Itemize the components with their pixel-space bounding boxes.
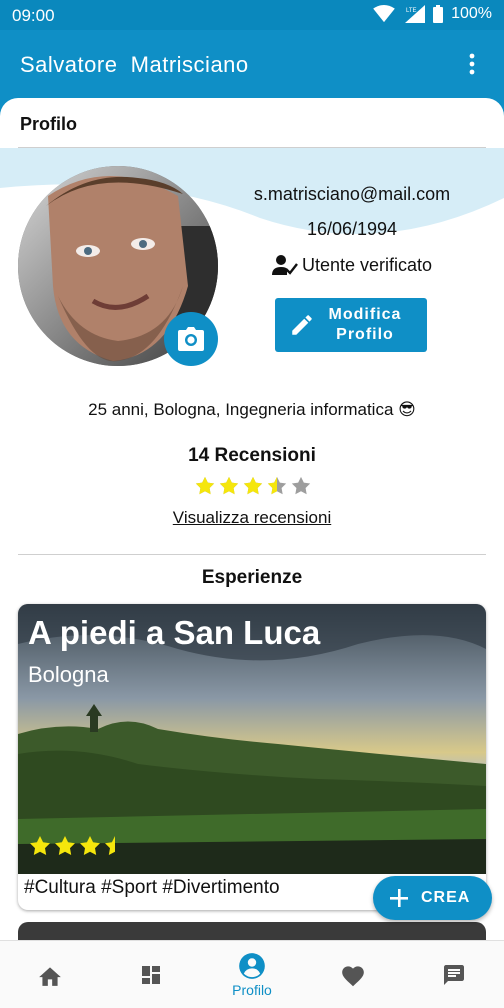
star-icon [243,476,263,495]
account-circle-icon [239,953,265,979]
chat-icon [444,965,464,985]
experience-card-partial[interactable] [18,922,486,940]
bottom-navigation: Profilo [0,940,504,1008]
experience-tags: #Cultura #Sport #Divertimento [24,877,280,898]
birth-date-text: 16/06/1994 [306,219,398,239]
edit-profile-button[interactable]: Modifica Profilo [275,298,427,352]
view-reviews-link[interactable]: Visualizza recensioni [0,508,504,528]
view-reviews-label: Visualizza recensioni [172,508,332,527]
nav-label-profile: Profilo [232,982,272,998]
experiences-title: Esperienze [201,567,303,588]
svg-text:LTE: LTE [406,8,417,14]
home-icon [39,967,61,986]
email-text: s.matrisciano@mail.com [253,184,451,204]
reviews-count: 14 Recensioni [188,445,316,466]
nav-item-profile[interactable]: Profilo [202,941,302,1008]
create-label: CREA [421,889,471,906]
status-icons: LTE 100% [373,5,492,23]
battery-icon [433,5,444,23]
app-title: Salvatore Matrisciano [20,52,249,77]
plus-icon [390,889,408,907]
create-button[interactable]: CREA [373,876,492,920]
more-vert-icon[interactable] [460,52,484,76]
divider [18,147,486,148]
verified-label: Utente verificato [301,254,433,275]
edit-profile-label: Modifica Profilo [315,305,415,345]
app-bar: Salvatore Matrisciano [0,30,504,100]
star-icon [291,476,311,495]
experience-card[interactable]: A piedi a San Luca Bologna #Cultura #Spo… [18,604,486,910]
star-icon [30,836,50,856]
star-icon [267,476,287,495]
star-icon [105,836,115,856]
status-bar: 09:00 LTE 100% [0,0,504,30]
experience-title: A piedi a San Luca [28,614,321,651]
profile-rating-stars [194,475,312,497]
nav-item-favorites[interactable] [303,941,403,1008]
lte-signal-icon: LTE [405,5,426,23]
profile-sheet: Profilo s.matrisciano@mail.com 16/06/199… [0,98,504,940]
verified-status: Utente verificato [230,254,474,276]
wifi-icon [373,5,395,23]
experience-rating-stars [28,834,127,858]
star-icon [55,836,75,856]
edit-pencil-icon [292,315,312,335]
star-icon [80,836,100,856]
star-icon [195,476,215,495]
status-time: 09:00 [12,6,55,25]
bio-text: 25 anni, Bologna, Ingegneria informatica… [88,400,416,419]
edit-label-line1: Modifica [328,306,402,323]
battery-level: 100% [451,5,492,22]
change-photo-button[interactable] [164,312,218,366]
section-title: Profilo [20,114,77,134]
nav-item-messages[interactable] [404,941,504,1008]
dashboard-icon [142,966,160,984]
nav-item-home[interactable] [0,941,100,1008]
edit-label-line2: Profilo [336,326,394,343]
experience-location: Bologna [28,662,109,687]
star-icon [219,476,239,495]
nav-item-dashboard[interactable] [101,941,201,1008]
camera-icon [178,327,204,351]
verified-user-icon [271,255,298,275]
divider [18,554,486,555]
heart-icon [342,966,364,987]
